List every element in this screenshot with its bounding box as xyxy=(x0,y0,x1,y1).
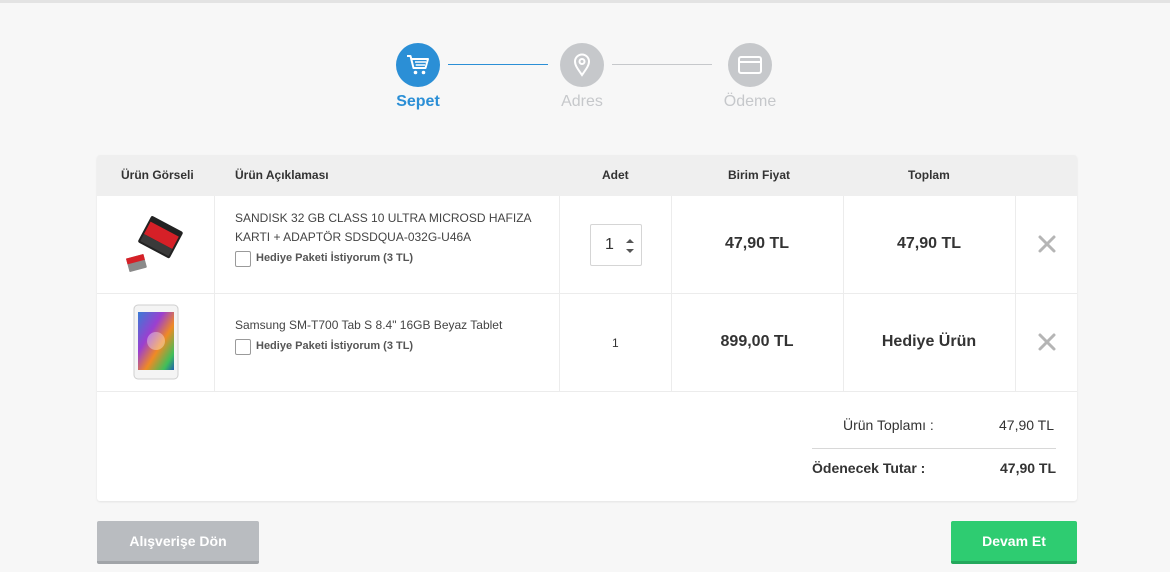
gift-wrap-checkbox[interactable] xyxy=(235,338,251,355)
map-pin-icon xyxy=(560,43,604,87)
continue-button[interactable]: Devam Et xyxy=(951,521,1077,564)
payable-label: Ödenecek Tutar : xyxy=(812,460,926,476)
step-sepet[interactable]: Sepet xyxy=(378,43,458,111)
table-header: Ürün Görseli Ürün Açıklaması Adet Birim … xyxy=(97,155,1077,196)
row-total-gift: Hediye Ürün xyxy=(881,333,977,350)
header-quantity: Adet xyxy=(602,168,629,182)
row-total: 47,90 TL xyxy=(896,235,962,252)
step-label: Sepet xyxy=(396,93,440,110)
tablet-image[interactable] xyxy=(133,304,179,380)
checkout-steps: Sepet Adres Ödeme xyxy=(0,43,1170,123)
step-odeme[interactable]: Ödeme xyxy=(710,43,790,111)
gift-wrap-label: Hediye Paketi İstiyorum (3 TL) xyxy=(256,252,414,264)
header-description: Ürün Açıklaması xyxy=(235,168,329,182)
step-connector xyxy=(612,64,712,65)
step-connector-active xyxy=(448,64,548,65)
stepper-arrows-icon[interactable] xyxy=(625,236,635,256)
top-border xyxy=(0,0,1170,3)
gift-wrap-checkbox[interactable] xyxy=(235,250,251,267)
remove-item-icon[interactable] xyxy=(1037,234,1057,254)
quantity-stepper[interactable]: 1 xyxy=(590,224,642,266)
unit-price: 47,90 TL xyxy=(724,235,790,252)
continue-shopping-button[interactable]: Alışverişe Dön xyxy=(97,521,259,564)
subtotal-value: 47,90 TL xyxy=(999,417,1055,433)
quantity-value: 1 xyxy=(612,336,619,350)
step-label: Adres xyxy=(561,93,603,110)
step-label: Ödeme xyxy=(723,93,777,110)
gift-wrap-label: Hediye Paketi İstiyorum (3 TL) xyxy=(256,340,414,352)
gift-wrap-option[interactable]: Hediye Paketi İstiyorum (3 TL) xyxy=(235,337,545,356)
quantity-value: 1 xyxy=(605,236,614,253)
product-description: SANDISK 32 GB CLASS 10 ULTRA MICROSD HAF… xyxy=(235,209,545,268)
unit-price: 899,00 TL xyxy=(720,333,794,350)
product-title-line1: SANDISK 32 GB CLASS 10 ULTRA MICROSD HAF… xyxy=(235,211,532,225)
header-image: Ürün Görseli xyxy=(121,168,194,182)
credit-card-icon xyxy=(728,43,772,87)
summary-divider xyxy=(812,448,1056,449)
remove-item-icon[interactable] xyxy=(1037,332,1057,352)
cart-table: Ürün Görseli Ürün Açıklaması Adet Birim … xyxy=(97,155,1077,501)
table-row: SANDISK 32 GB CLASS 10 ULTRA MICROSD HAF… xyxy=(97,196,1077,294)
product-title-line2: KARTI + ADAPTÖR SDSDQUA-032G-U46A xyxy=(235,230,472,244)
microsd-card-image[interactable] xyxy=(122,210,192,280)
cart-icon xyxy=(396,43,440,87)
header-unit-price: Birim Fiyat xyxy=(728,168,791,182)
header-total: Toplam xyxy=(908,168,950,182)
gift-wrap-option[interactable]: Hediye Paketi İstiyorum (3 TL) xyxy=(235,249,545,268)
table-row: Samsung SM-T700 Tab S 8.4" 16GB Beyaz Ta… xyxy=(97,294,1077,392)
subtotal-label: Ürün Toplamı : xyxy=(843,417,934,433)
product-description: Samsung SM-T700 Tab S 8.4" 16GB Beyaz Ta… xyxy=(235,316,545,356)
payable-value: 47,90 TL xyxy=(1000,460,1057,476)
step-adres[interactable]: Adres xyxy=(542,43,622,111)
product-title-line1: Samsung SM-T700 Tab S 8.4" 16GB Beyaz Ta… xyxy=(235,318,503,332)
